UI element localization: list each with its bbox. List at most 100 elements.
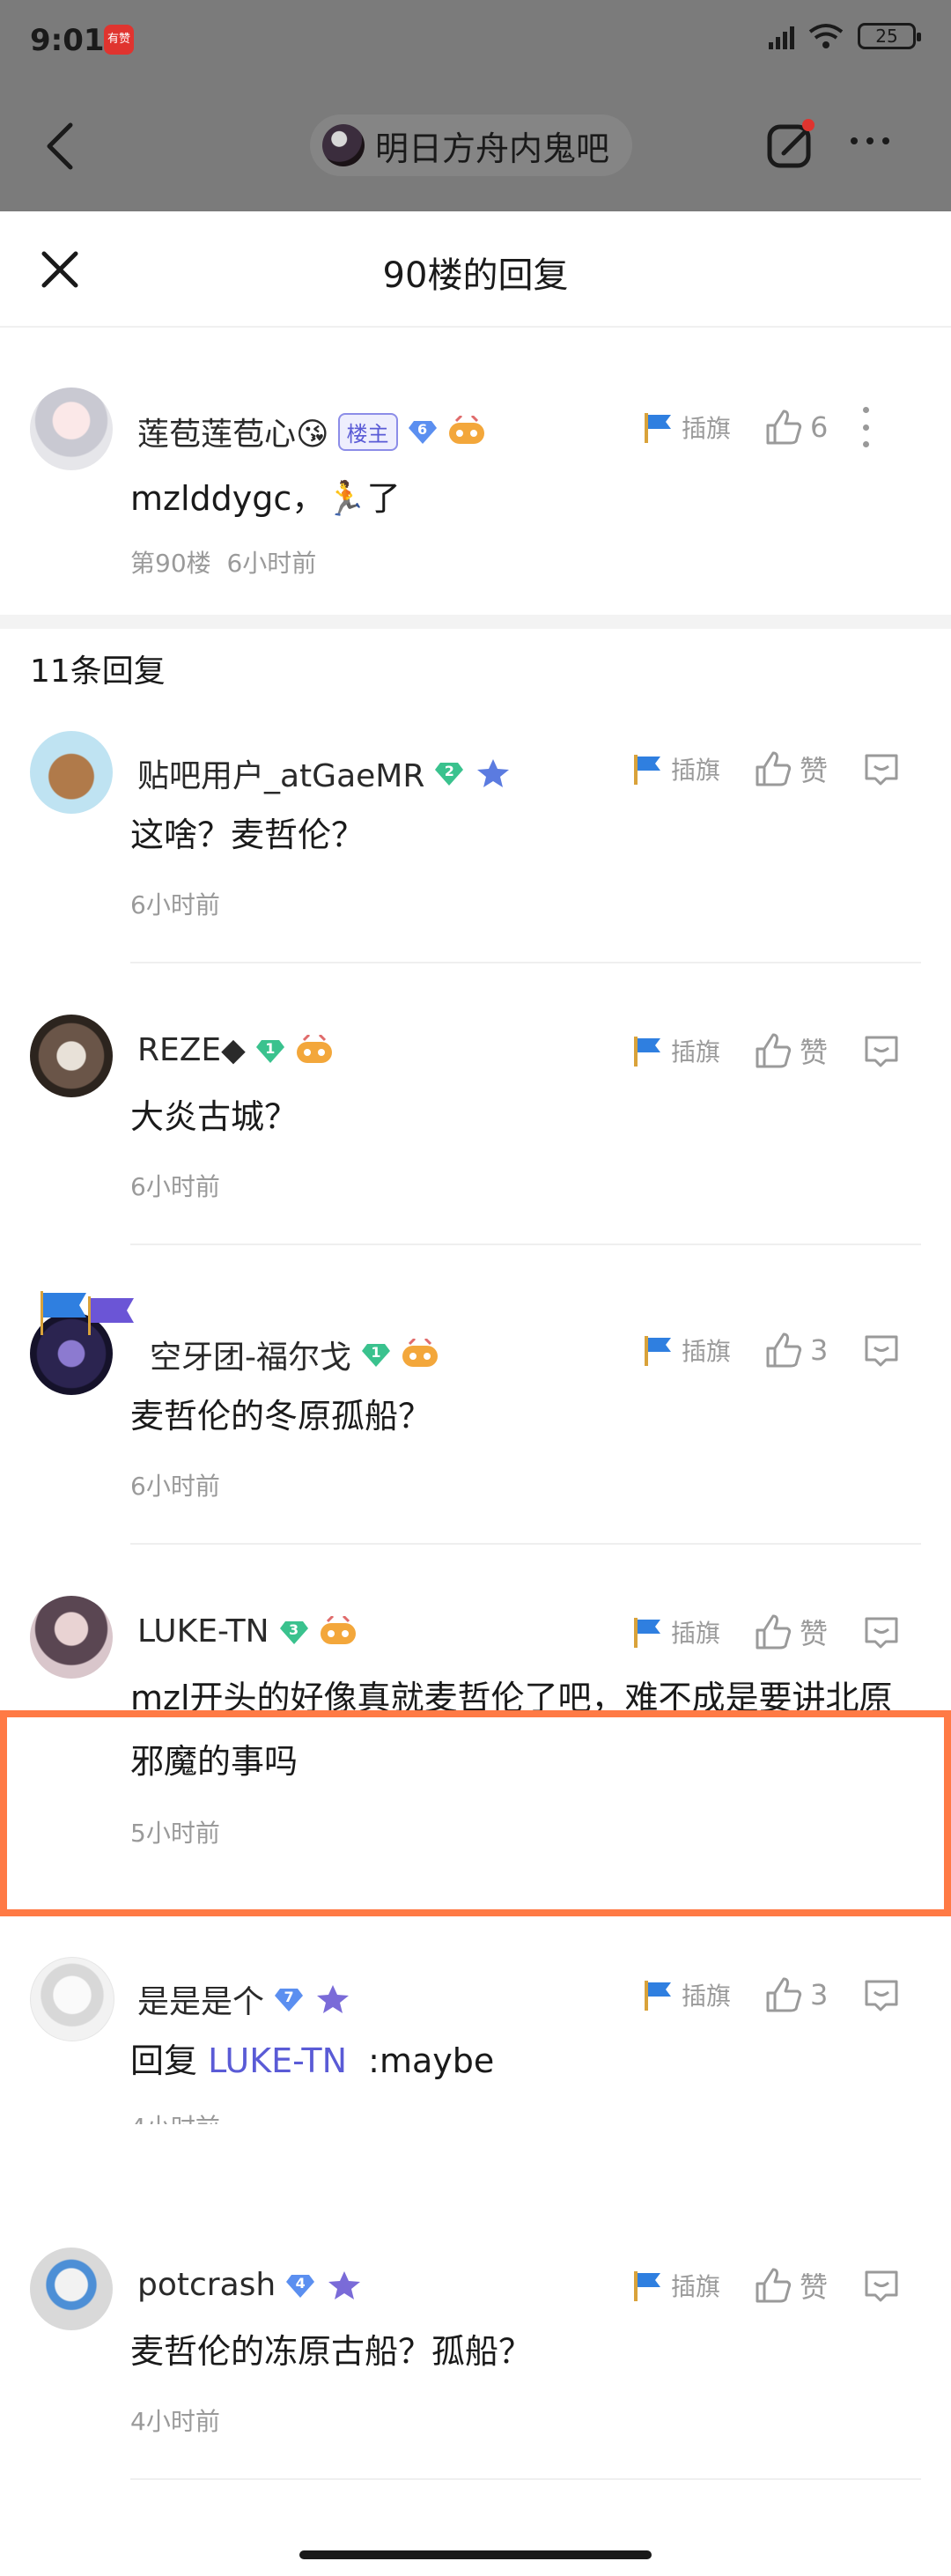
flag-button[interactable]: 插旗 [641, 1977, 731, 2012]
reply-icon[interactable] [861, 1612, 902, 1652]
like-button[interactable]: 赞 [754, 1030, 828, 1071]
level-badge: 1 [254, 1035, 286, 1067]
reply-time: 4小时前 [130, 2108, 220, 2124]
reply-icon[interactable] [861, 1974, 902, 2015]
medal-icon [448, 416, 484, 444]
medal-icon [317, 1985, 350, 2013]
like-button[interactable]: 6 [764, 408, 828, 447]
flag-icon [645, 1336, 671, 1366]
flag-label: 插旗 [671, 756, 721, 785]
thumbs-up-icon [766, 1977, 802, 2012]
avatar[interactable] [30, 1596, 113, 1679]
reply-item: potcrash 4 插旗 赞 麦哲伦的冻原古船？孤船？ 4小时前 [0, 2248, 951, 2529]
reply-count: 11条回复 [30, 653, 166, 690]
level-badge: 4 [284, 2270, 316, 2301]
sheet-title: 90楼的回复 [382, 255, 569, 296]
username[interactable]: 贴吧用户_atGaeMR [137, 750, 424, 796]
replies-sheet: 90楼的回复 莲苞莲苞心😘 楼主 6 插旗 6 mzlddygc，🏃了 第90楼… [0, 211, 951, 2576]
username[interactable]: potcrash [137, 2267, 276, 2303]
username[interactable]: REZE◆ [137, 1032, 246, 1068]
username[interactable]: 是是是个 [137, 1976, 264, 2022]
avatar[interactable] [30, 1957, 114, 2041]
battery-icon: 25 [858, 23, 921, 49]
status-bar: 9:01 有赞 25 [0, 0, 951, 85]
flag-label: 插旗 [682, 1982, 732, 2011]
reply-time: 6小时前 [130, 1472, 220, 1501]
flag-icon [634, 1618, 660, 1648]
medal-icon [477, 759, 510, 787]
divider [130, 962, 921, 963]
like-button[interactable]: 赞 [754, 1612, 828, 1652]
reply-icon[interactable] [861, 1330, 902, 1370]
comment-content: mzlddygc，🏃了 [130, 479, 401, 518]
flag-label: 插旗 [682, 1337, 732, 1366]
level-badge: 1 [360, 1339, 392, 1370]
section-separator [0, 615, 951, 629]
like-button[interactable]: 3 [764, 1331, 828, 1369]
medal-icon [320, 1615, 356, 1644]
reply-prefix: 回复 [130, 2041, 198, 2080]
avatar[interactable] [30, 2248, 113, 2330]
thumbs-up-icon [766, 410, 802, 445]
medal-icon [296, 1034, 332, 1063]
divider [130, 1543, 921, 1545]
like-count: 3 [810, 1333, 829, 1367]
avatar[interactable] [30, 388, 113, 470]
flag-button[interactable]: 插旗 [630, 751, 720, 786]
reply-to-link[interactable]: LUKE-TN [208, 2041, 347, 2080]
sheet-header: 90楼的回复 [0, 211, 951, 328]
like-count: 赞 [800, 1617, 829, 1650]
flag-button[interactable]: 插旗 [641, 410, 731, 445]
reply-icon[interactable] [861, 749, 902, 789]
reply-item: 空牙团-福尔戈 1 插旗 3 麦哲伦的冬原孤船？ 6小时前 [0, 1291, 951, 1576]
username[interactable]: 莲苞莲苞心😘 [137, 409, 329, 454]
home-indicator[interactable] [299, 2550, 652, 2559]
avatar[interactable] [30, 731, 113, 814]
floor-number: 第90楼 [130, 549, 211, 578]
flag-icon [634, 1037, 660, 1067]
username[interactable]: 空牙团-福尔戈 [150, 1332, 351, 1377]
thumbs-up-icon [766, 1332, 802, 1368]
flag-button[interactable]: 插旗 [630, 1614, 720, 1650]
like-count: 赞 [800, 754, 829, 787]
original-comment: 莲苞莲苞心😘 楼主 6 插旗 6 mzlddygc，🏃了 第90楼 6小时前 [0, 328, 951, 615]
divider [130, 1244, 921, 1245]
flag-label: 插旗 [682, 414, 732, 443]
reply-time: 6小时前 [130, 890, 220, 919]
flag-label: 插旗 [671, 1619, 721, 1648]
compose-icon[interactable] [764, 118, 817, 171]
reply-content: 大炎古城？ [130, 1097, 299, 1136]
level-badge: 3 [278, 1616, 310, 1648]
reply-icon[interactable] [861, 2265, 902, 2306]
thumbs-up-icon [756, 1614, 792, 1650]
reply-content: 这啥？麦哲伦？ [130, 816, 365, 854]
forum-pill[interactable]: 明日方舟内鬼吧 [310, 114, 633, 176]
flag-button[interactable]: 插旗 [630, 2268, 720, 2303]
comment-time: 6小时前 [226, 549, 317, 578]
reply-text: :maybe [368, 2041, 495, 2080]
like-button[interactable]: 赞 [754, 2265, 828, 2306]
like-button[interactable]: 赞 [754, 749, 828, 789]
flag-icon [634, 2271, 660, 2301]
flag-button[interactable]: 插旗 [641, 1332, 731, 1368]
avatar[interactable] [30, 1015, 113, 1097]
flag-icon [634, 755, 660, 785]
reply-item: 贴吧用户_atGaeMR 2 插旗 赞 这啥？麦哲伦？ 6小时前 [0, 731, 951, 1013]
thumbs-up-icon [756, 2268, 792, 2303]
back-icon[interactable] [41, 122, 79, 171]
reply-icon[interactable] [861, 1030, 902, 1071]
flag-button[interactable]: 插旗 [630, 1033, 720, 1068]
like-count: 6 [810, 410, 829, 444]
thumbs-up-icon [756, 751, 792, 786]
thumbs-up-icon [756, 1033, 792, 1068]
like-count: 3 [810, 1978, 829, 2011]
more-options-icon[interactable] [861, 407, 870, 447]
username[interactable]: LUKE-TN [137, 1613, 269, 1650]
wifi-icon [808, 24, 844, 48]
more-menu-icon[interactable] [851, 137, 889, 144]
forum-name: 明日方舟内鬼吧 [375, 129, 610, 168]
medal-icon [402, 1339, 438, 1367]
like-button[interactable]: 3 [764, 1975, 828, 2014]
signal-icon [769, 23, 794, 49]
reply-content: 麦哲伦的冬原孤船？ [130, 1397, 432, 1436]
